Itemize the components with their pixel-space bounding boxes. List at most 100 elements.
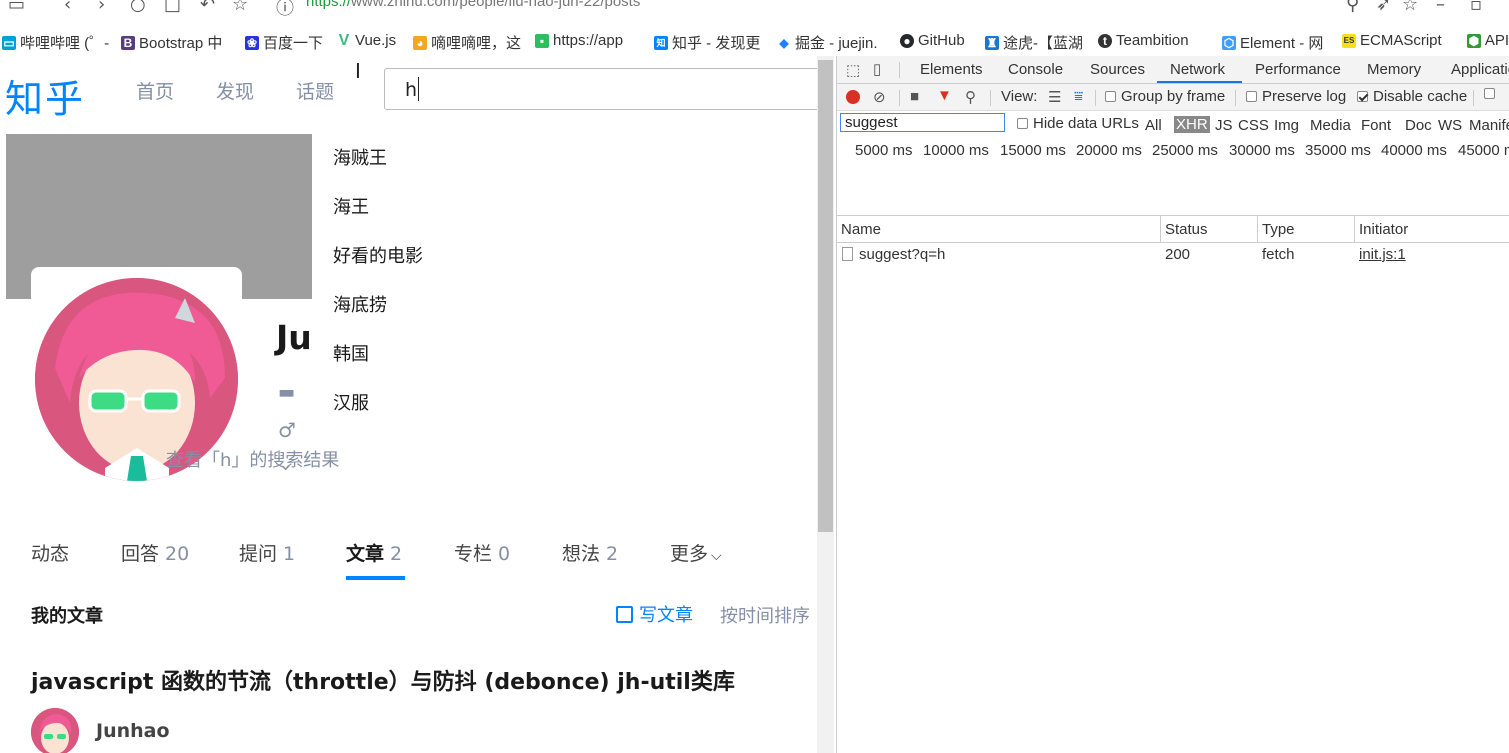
- zhihu-logo[interactable]: 知乎: [5, 68, 85, 123]
- suggestion-item[interactable]: 好看的电影: [333, 242, 423, 268]
- clear-icon[interactable]: ⊘: [873, 88, 886, 106]
- column-divider[interactable]: [1257, 216, 1258, 243]
- screenshot-icon[interactable]: ■: [910, 88, 919, 105]
- filter-doc[interactable]: Doc: [1405, 117, 1432, 134]
- tab-thoughts[interactable]: 想法 2: [562, 539, 618, 566]
- waterfall-icon[interactable]: ⩸: [1074, 88, 1083, 105]
- article-title[interactable]: javascript 函数的节流（throttle）与防抖 (debonce) …: [31, 664, 735, 696]
- filter-icon[interactable]: ▼: [937, 87, 952, 104]
- send-icon[interactable]: ➶: [1376, 0, 1391, 15]
- minimize-icon[interactable]: –: [1436, 0, 1445, 15]
- bookmark-evernote[interactable]: ▪ https://app: [535, 32, 639, 49]
- filter-media[interactable]: Media: [1310, 117, 1351, 134]
- tab-console[interactable]: Console: [1008, 61, 1063, 78]
- bookmark-ecmascript[interactable]: ES ECMAScript: [1342, 32, 1454, 49]
- hide-data-urls-checkbox[interactable]: Hide data URLs: [1017, 115, 1139, 132]
- column-initiator[interactable]: Initiator: [1359, 221, 1408, 238]
- suggestion-item[interactable]: 韩国: [333, 340, 369, 366]
- sort-by-time-button[interactable]: 按时间排序: [720, 602, 810, 628]
- search-icon[interactable]: ⚲: [1346, 0, 1359, 15]
- tab-performance[interactable]: Performance: [1255, 61, 1341, 78]
- bookmark-dilidili[interactable]: ◕ 嘀哩嘀哩，这: [413, 32, 523, 53]
- tab-sources[interactable]: Sources: [1090, 61, 1145, 78]
- info-icon[interactable]: ⓘ: [276, 0, 294, 20]
- bookmark-baidu[interactable]: ❀ 百度一下: [245, 32, 329, 53]
- network-overview-timeline[interactable]: 5000 ms 10000 ms 15000 ms 20000 ms 25000…: [837, 138, 1509, 216]
- offline-checkbox[interactable]: [1484, 88, 1500, 99]
- group-by-frame-checkbox[interactable]: Group by frame: [1105, 88, 1225, 105]
- checkbox-checked[interactable]: [1357, 91, 1368, 102]
- checkbox[interactable]: [1105, 91, 1116, 102]
- column-status[interactable]: Status: [1165, 221, 1208, 238]
- author-avatar[interactable]: [31, 708, 79, 753]
- bookmark-star-icon[interactable]: ☆: [1402, 0, 1418, 15]
- bookmark-element[interactable]: ⬡ Element - 网: [1222, 32, 1332, 53]
- nav-home[interactable]: 首页: [136, 77, 174, 104]
- record-button[interactable]: [846, 90, 860, 104]
- column-divider[interactable]: [1354, 216, 1355, 243]
- bookmark-vue[interactable]: V Vue.js: [337, 32, 407, 49]
- filter-img[interactable]: Img: [1274, 117, 1299, 134]
- search-icon[interactable]: ⚲: [965, 88, 976, 106]
- column-divider[interactable]: [1160, 216, 1161, 243]
- nav-discover[interactable]: 发现: [216, 77, 254, 104]
- checkbox[interactable]: [1017, 118, 1028, 129]
- bookmark-github[interactable]: ● GitHub: [900, 32, 976, 49]
- suggestion-item[interactable]: 海王: [333, 193, 369, 219]
- filter-xhr[interactable]: XHR: [1174, 116, 1210, 133]
- column-name[interactable]: Name: [841, 221, 881, 238]
- scrollbar-thumb[interactable]: [818, 60, 833, 532]
- bookmark-api[interactable]: ⬢ API: [1467, 32, 1509, 49]
- disable-cache-checkbox[interactable]: Disable cache: [1357, 88, 1467, 105]
- large-rows-icon[interactable]: ☰: [1048, 88, 1061, 106]
- tab-elements[interactable]: Elements: [920, 61, 983, 78]
- tab-articles[interactable]: 文章 2: [346, 539, 402, 566]
- device-toolbar-icon[interactable]: ▯: [873, 60, 881, 78]
- table-row[interactable]: suggest?q=h 200 fetch init.js:1: [837, 243, 1509, 267]
- author-name[interactable]: Junhao: [96, 720, 170, 742]
- tab-answers[interactable]: 回答 20: [121, 539, 189, 566]
- tab-memory[interactable]: Memory: [1367, 61, 1421, 78]
- request-name[interactable]: suggest?q=h: [842, 246, 945, 263]
- column-type[interactable]: Type: [1262, 221, 1295, 238]
- nav-topics[interactable]: 话题: [296, 77, 334, 104]
- undo-icon[interactable]: ↶: [200, 0, 215, 15]
- bookmark-teambition[interactable]: t Teambition: [1098, 32, 1208, 49]
- filter-manifest[interactable]: Manifest: [1469, 117, 1509, 134]
- tab-activity[interactable]: 动态: [31, 539, 69, 566]
- tab-network[interactable]: Network: [1170, 61, 1225, 78]
- write-article-button[interactable]: 写文章: [616, 601, 693, 627]
- filter-font[interactable]: Font: [1361, 117, 1391, 134]
- network-filter-input[interactable]: suggest: [840, 113, 1005, 132]
- star-icon[interactable]: ☆: [232, 0, 248, 15]
- suggestion-item[interactable]: 海贼王: [333, 144, 387, 170]
- tab-application[interactable]: Application: [1451, 61, 1509, 78]
- page-scrollbar[interactable]: [817, 56, 834, 753]
- bookmark-zhihu[interactable]: 知知乎 - 发现更: [654, 32, 766, 53]
- tab-questions[interactable]: 提问 1: [239, 539, 295, 566]
- bookmark-tuhu[interactable]: ♜ 途虎-【蓝湖: [985, 32, 1085, 53]
- filter-css[interactable]: CSS: [1238, 117, 1269, 134]
- suggestion-item[interactable]: 海底捞: [333, 291, 387, 317]
- bookmark-bootstrap[interactable]: B Bootstrap 中: [121, 32, 233, 53]
- bookmark-juejin[interactable]: ◆ 掘金 - juejin.: [777, 32, 889, 53]
- search-input[interactable]: h: [384, 68, 820, 110]
- forward-button[interactable]: ›: [98, 0, 105, 15]
- filter-all[interactable]: All: [1145, 117, 1162, 134]
- tab-columns[interactable]: 专栏 0: [454, 539, 510, 566]
- see-all-results-link[interactable]: 查看「h」的搜索结果: [166, 446, 339, 472]
- checkbox[interactable]: [1484, 88, 1495, 99]
- checkbox[interactable]: [1246, 91, 1257, 102]
- filter-js[interactable]: JS: [1215, 117, 1233, 134]
- home-button[interactable]: □: [164, 0, 181, 15]
- extension-icon[interactable]: ▫: [1470, 0, 1482, 15]
- request-initiator-link[interactable]: init.js:1: [1359, 246, 1406, 263]
- tab-more[interactable]: 更多 ⌵: [670, 539, 722, 566]
- preserve-log-checkbox[interactable]: Preserve log: [1246, 88, 1346, 105]
- suggestion-item[interactable]: 汉服: [333, 389, 369, 415]
- back-button[interactable]: ‹: [64, 0, 71, 15]
- bookmark-bilibili[interactable]: ▭ 哔哩哔哩 (゜-: [2, 32, 110, 53]
- inspect-element-icon[interactable]: ⬚: [846, 61, 860, 79]
- reload-button[interactable]: ○: [130, 0, 146, 15]
- filter-ws[interactable]: WS: [1438, 117, 1462, 134]
